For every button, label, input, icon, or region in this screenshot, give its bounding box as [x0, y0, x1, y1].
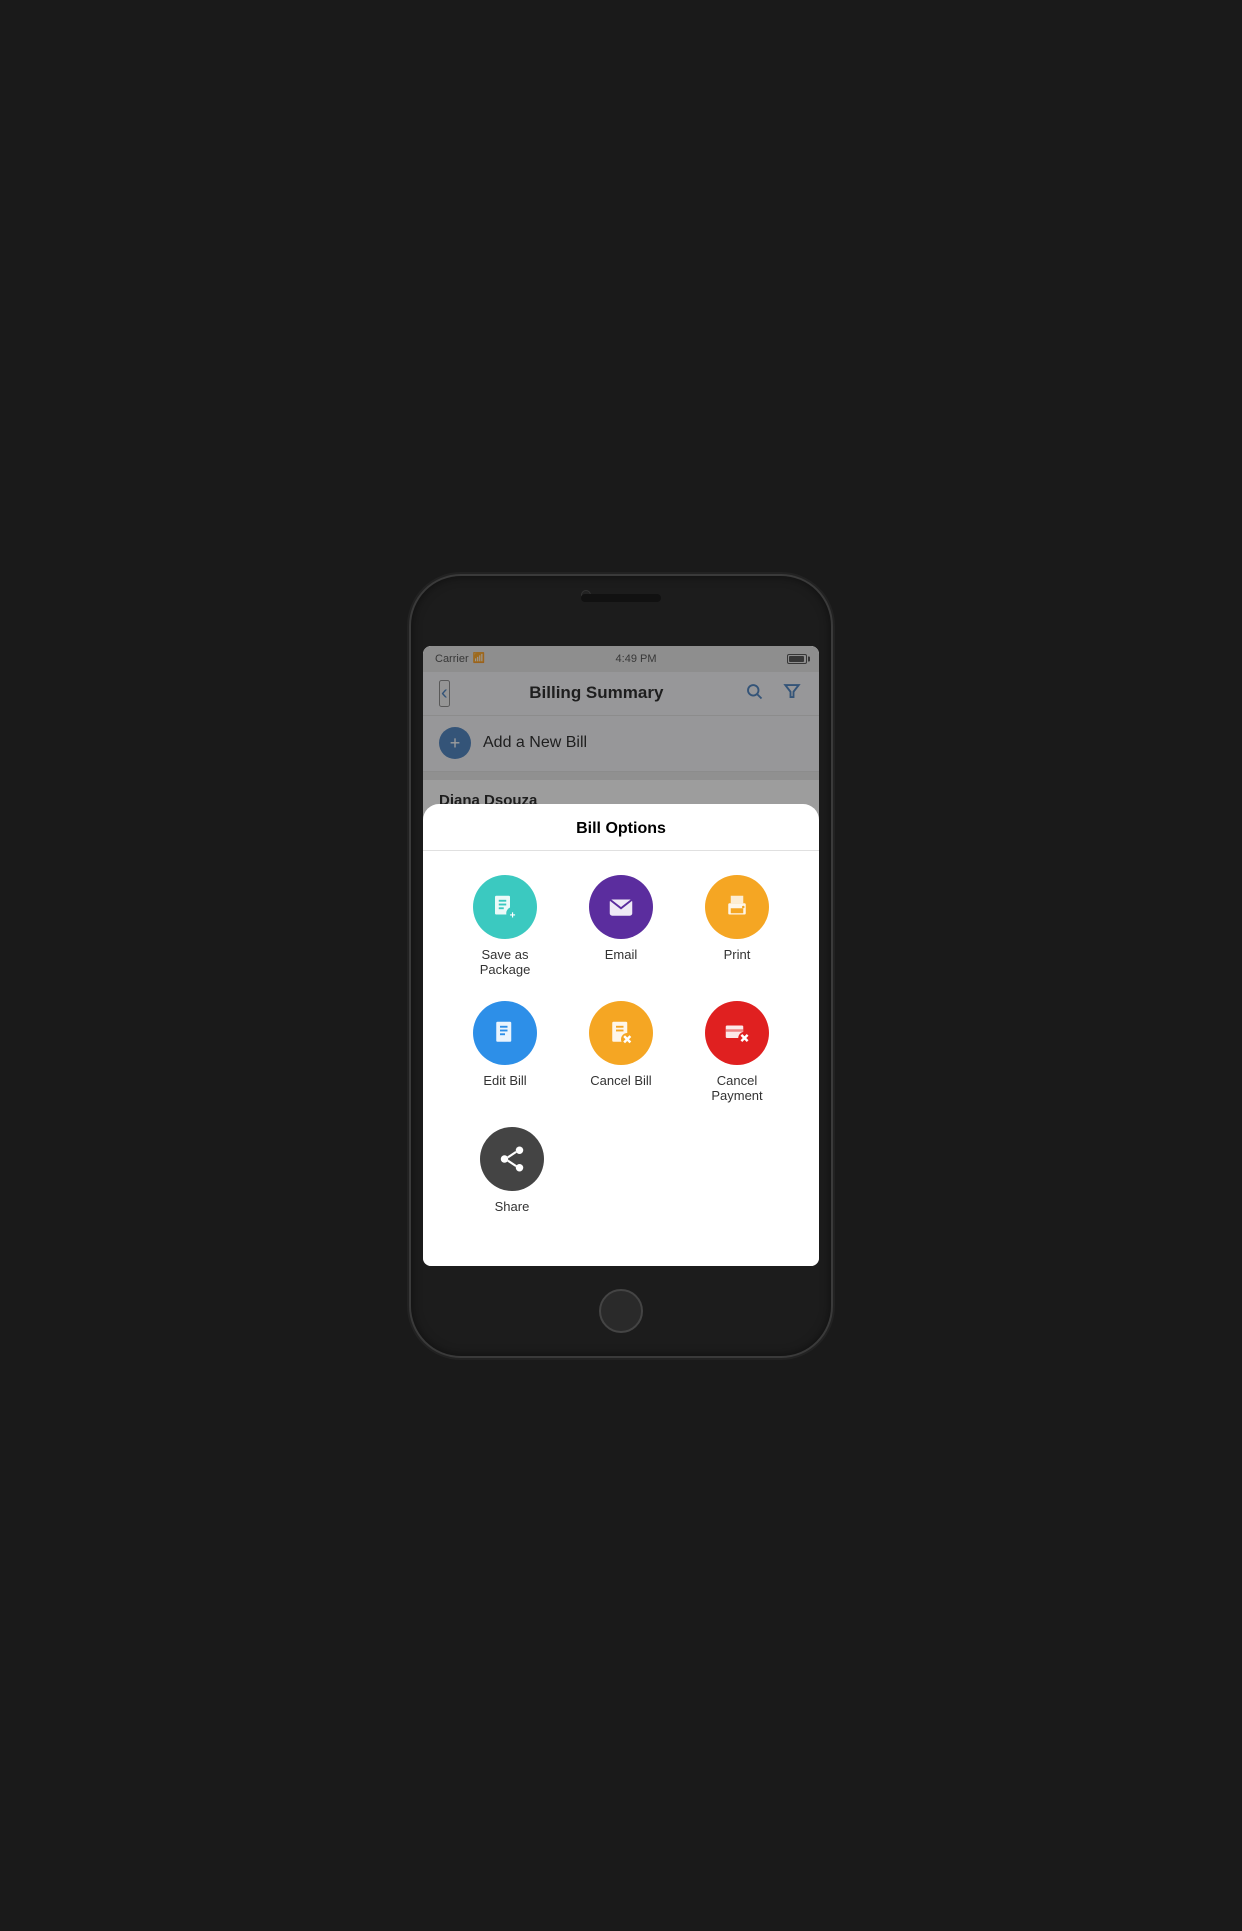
modal-content: + Save as Package: [423, 851, 819, 1246]
print-label: Print: [724, 947, 751, 962]
save-package-icon-circle: +: [473, 875, 537, 939]
cancel-payment-icon: [722, 1018, 752, 1048]
cancel-payment-label: Cancel Payment: [692, 1073, 782, 1103]
option-cancel-payment[interactable]: Cancel Payment: [692, 1001, 782, 1103]
phone-screen: Carrier 📶 4:49 PM ‹ Billing Summary: [423, 646, 819, 1266]
email-icon: [606, 892, 636, 922]
email-label: Email: [605, 947, 638, 962]
save-package-icon: +: [490, 892, 520, 922]
options-row-3: Share: [423, 1119, 819, 1222]
option-email[interactable]: Email: [576, 875, 666, 977]
share-icon: [497, 1144, 527, 1174]
option-edit-bill[interactable]: Edit Bill: [460, 1001, 550, 1103]
home-button[interactable]: [599, 1289, 643, 1333]
svg-text:+: +: [510, 910, 516, 921]
modal-title: Bill Options: [423, 804, 819, 851]
cancel-bill-icon-circle: [589, 1001, 653, 1065]
edit-bill-icon: [490, 1018, 520, 1048]
cancel-bill-label: Cancel Bill: [590, 1073, 651, 1088]
content-area: + Add a New Bill Diana Dsouza INV4 Mar 1…: [423, 716, 819, 1266]
phone-bottom: [411, 1266, 831, 1356]
option-share[interactable]: Share: [467, 1127, 557, 1214]
phone-top: [411, 576, 831, 666]
edit-bill-label: Edit Bill: [483, 1073, 526, 1088]
cancel-bill-icon: [606, 1018, 636, 1048]
speaker: [581, 594, 661, 602]
options-row-2: Edit Bill: [423, 993, 819, 1111]
share-label: Share: [495, 1199, 530, 1214]
email-icon-circle: [589, 875, 653, 939]
edit-bill-icon-circle: [473, 1001, 537, 1065]
options-row-1: + Save as Package: [423, 867, 819, 985]
option-cancel-bill[interactable]: Cancel Bill: [576, 1001, 666, 1103]
print-icon: [722, 892, 752, 922]
phone-frame: Carrier 📶 4:49 PM ‹ Billing Summary: [411, 576, 831, 1356]
print-icon-circle: [705, 875, 769, 939]
option-save-package[interactable]: + Save as Package: [460, 875, 550, 977]
share-icon-circle: [480, 1127, 544, 1191]
option-print[interactable]: Print: [692, 875, 782, 977]
cancel-payment-icon-circle: [705, 1001, 769, 1065]
save-package-label: Save as Package: [460, 947, 550, 977]
bill-options-modal: Bill Options: [423, 804, 819, 1266]
